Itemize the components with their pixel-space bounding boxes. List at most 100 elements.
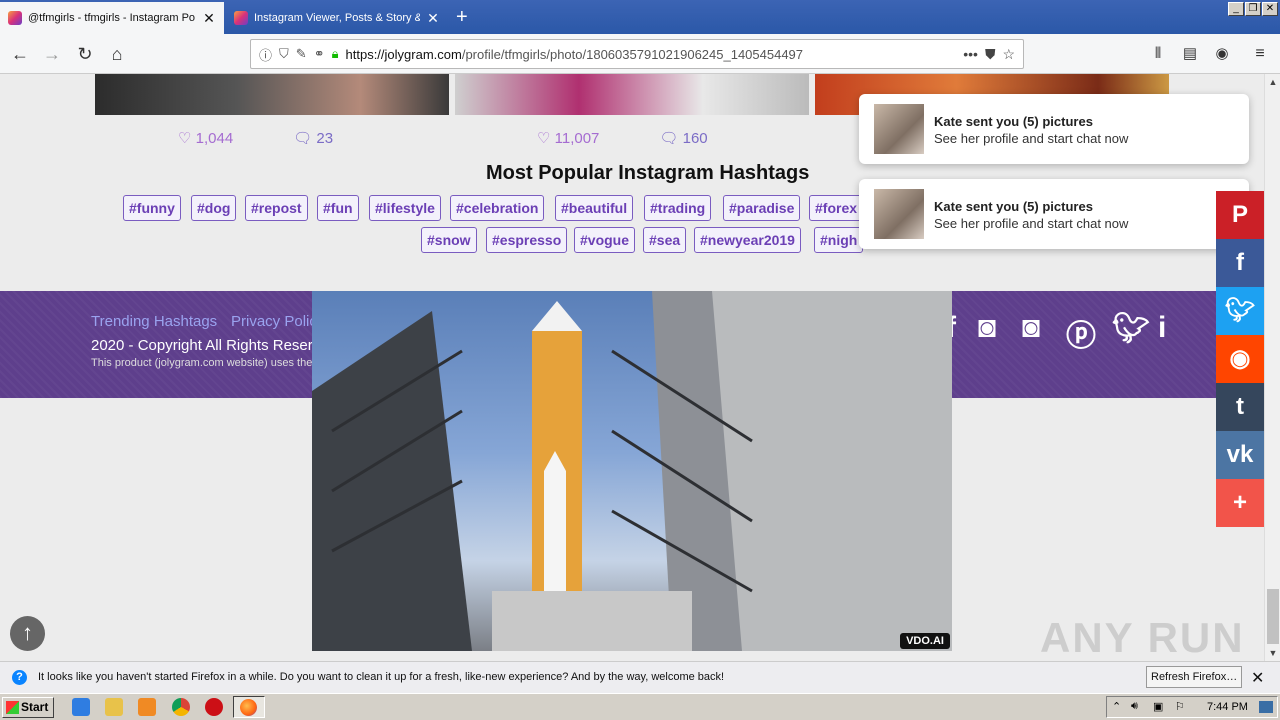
clock[interactable]: 7:44 PM: [1207, 701, 1248, 713]
share-twitter-button[interactable]: 🐦︎: [1216, 287, 1264, 335]
hashtag-chip[interactable]: #snow: [421, 227, 477, 253]
new-tab-button[interactable]: +: [456, 6, 468, 29]
url-text[interactable]: https://jolygram.com/profile/tfmgirls/ph…: [346, 47, 957, 62]
bookmark-star-icon[interactable]: ☆: [1002, 46, 1015, 63]
account-icon[interactable]: ◉: [1210, 42, 1234, 66]
info-icon[interactable]: i: [1158, 311, 1166, 345]
home-icon[interactable]: ⌂: [105, 42, 129, 66]
start-button[interactable]: Start: [2, 697, 54, 718]
chrome-icon[interactable]: [172, 698, 190, 716]
tray-expand-icon[interactable]: ⌃: [1112, 700, 1121, 713]
library-icon[interactable]: ⫴: [1146, 42, 1170, 66]
start-label: Start: [21, 700, 49, 714]
share-vk-button[interactable]: vk: [1216, 431, 1264, 479]
firefox-taskbar-button[interactable]: [233, 696, 265, 718]
scroll-up-arrow-icon[interactable]: ▲: [1265, 74, 1280, 90]
hashtag-chip[interactable]: #vogue: [574, 227, 636, 253]
tab-instagram-viewer[interactable]: Instagram Viewer, Posts & Story & ✕: [226, 2, 448, 34]
close-tab-icon[interactable]: ✕: [202, 10, 216, 27]
scroll-top-button[interactable]: ↑: [10, 616, 45, 651]
chat-notification[interactable]: Kate sent you (5) pictures See her profi…: [859, 179, 1249, 249]
opera-icon[interactable]: [205, 698, 223, 716]
footer-link-privacy[interactable]: Privacy Polic: [231, 313, 317, 330]
folder-icon[interactable]: [105, 698, 123, 716]
notification-title: Kate sent you (5) pictures: [934, 199, 1093, 214]
back-icon[interactable]: ←: [8, 42, 32, 66]
share-tumblr-button[interactable]: t: [1216, 383, 1264, 431]
hashtag-chip[interactable]: #trading: [644, 195, 712, 221]
minimize-icon[interactable]: _: [1228, 2, 1244, 16]
vdo-ai-badge[interactable]: VDO.AI: [900, 633, 950, 649]
media-player-icon[interactable]: [138, 698, 156, 716]
page-actions-button[interactable]: •••: [963, 46, 978, 62]
instagram-icon[interactable]: ◙: [1022, 311, 1040, 345]
volume-icon[interactable]: 🔊︎: [1131, 700, 1138, 713]
scrollbar-thumb[interactable]: [1267, 589, 1279, 644]
hashtag-chip[interactable]: #celebration: [450, 195, 545, 221]
refresh-firefox-button[interactable]: Refresh Firefox…: [1146, 666, 1243, 688]
pinterest-icon[interactable]: ⓟ: [1066, 311, 1096, 355]
hashtag-chip[interactable]: #fun: [317, 195, 359, 221]
anyrun-watermark: ANY RUN: [1040, 614, 1245, 661]
firefox-refresh-bar: ? It looks like you haven't started Fire…: [0, 661, 1280, 693]
windows-logo-icon: [6, 701, 19, 714]
forward-icon[interactable]: →: [40, 42, 64, 66]
firefox-icon: [240, 699, 257, 716]
comments-count: 🗨︎ 160: [659, 130, 708, 147]
close-tab-icon[interactable]: ✕: [426, 10, 440, 27]
flag-icon[interactable]: ⚐: [1175, 700, 1185, 713]
twitter-icon[interactable]: 🐦︎: [1112, 311, 1150, 346]
post-thumbnail[interactable]: [95, 74, 449, 115]
copyright-text: 2020 - Copyright All Rights Reserv: [91, 337, 321, 354]
link-icon[interactable]: ⚭: [314, 46, 325, 62]
hashtag-chip[interactable]: #espresso: [486, 227, 568, 253]
hashtag-chip[interactable]: #forex: [809, 195, 864, 221]
post-thumbnail[interactable]: [455, 74, 809, 115]
instagram-icon[interactable]: ◙: [978, 311, 996, 345]
hashtag-chip[interactable]: #lifestyle: [369, 195, 441, 221]
tab-label: Instagram Viewer, Posts & Story &: [254, 12, 420, 24]
share-pinterest-button[interactable]: P: [1216, 191, 1264, 239]
pocket-icon[interactable]: ⛊: [985, 46, 996, 63]
hashtag-chip[interactable]: #sea: [643, 227, 687, 253]
show-desktop-icon[interactable]: [1259, 701, 1273, 713]
chat-notification[interactable]: Kate sent you (5) pictures See her profi…: [859, 94, 1249, 164]
tracking-shield-icon[interactable]: ⛉: [279, 46, 289, 62]
restore-icon[interactable]: ❐: [1245, 2, 1261, 16]
likes-value: 11,007: [554, 130, 600, 147]
video-ad-player[interactable]: VDO.AI: [312, 291, 952, 651]
ie-icon[interactable]: [72, 698, 90, 716]
info-icon[interactable]: ⓘ: [259, 45, 272, 64]
sidebar-icon[interactable]: ▤: [1178, 42, 1202, 66]
question-icon: ?: [12, 670, 27, 685]
page-scrollbar[interactable]: ▲ ▼: [1264, 74, 1280, 661]
close-bar-icon[interactable]: ✕: [1251, 668, 1264, 688]
rocket-launch-scene: [312, 291, 952, 651]
lock-icon[interactable]: 🔒︎: [332, 46, 339, 62]
share-facebook-button[interactable]: f: [1216, 239, 1264, 287]
hashtag-chip[interactable]: #beautiful: [555, 195, 634, 221]
menu-icon[interactable]: ≡: [1248, 42, 1272, 66]
scroll-down-arrow-icon[interactable]: ▼: [1265, 645, 1280, 661]
instagram-favicon-icon: [234, 11, 248, 25]
notification-avatar: [874, 104, 924, 154]
share-more-button[interactable]: +: [1216, 479, 1264, 527]
network-icon[interactable]: ▣: [1153, 700, 1163, 713]
instagram-favicon-icon: [8, 11, 22, 25]
hashtag-chip[interactable]: #dog: [191, 195, 237, 221]
hashtag-chip[interactable]: #nigh: [814, 227, 864, 253]
hashtag-chip[interactable]: #newyear2019: [694, 227, 801, 253]
tab-tfmgirls[interactable]: @tfmgirls - tfmgirls - Instagram Po ✕: [0, 2, 224, 34]
disclaimer-text: This product (jolygram.com website) uses…: [91, 357, 313, 369]
close-window-icon[interactable]: ✕: [1262, 2, 1278, 16]
page-content: ♡ 1,044 🗨︎ 23 ♡ 11,007 🗨︎ 160 Most Popul…: [0, 74, 1264, 661]
hashtag-chip[interactable]: #funny: [123, 195, 181, 221]
likes-count: ♡ 11,007: [537, 130, 600, 147]
reload-icon[interactable]: ↻: [73, 42, 97, 66]
hashtag-chip[interactable]: #paradise: [723, 195, 801, 221]
share-reddit-button[interactable]: ◉: [1216, 335, 1264, 383]
hashtag-chip[interactable]: #repost: [245, 195, 308, 221]
permissions-icon[interactable]: ✎: [296, 46, 307, 62]
footer-link-trending[interactable]: Trending Hashtags: [91, 313, 217, 330]
address-bar[interactable]: ⓘ ⛉ ✎ ⚭ 🔒︎ https://jolygram.com/profile/…: [250, 39, 1024, 69]
